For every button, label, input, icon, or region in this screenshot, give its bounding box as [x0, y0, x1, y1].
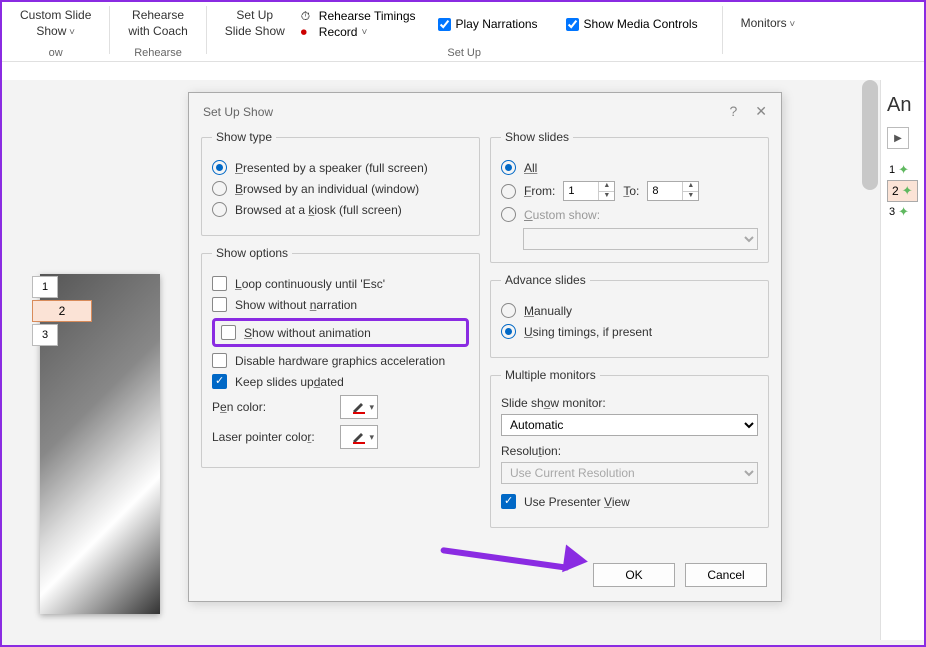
pane-title: An — [887, 94, 918, 117]
advance-slides-group: Advance slides Manually Using timings, i… — [490, 273, 769, 358]
ribbon: Custom Slide Show ow Rehearse with Coach… — [2, 2, 924, 62]
manually-radio[interactable] — [501, 303, 516, 318]
to-spinner[interactable]: ▲▼ — [647, 181, 699, 201]
show-type-group: Show type Presented by a speaker (full s… — [201, 130, 480, 236]
show-slides-group: Show slides All From: ▲▼ To: ▲▼ Custom s… — [490, 130, 769, 263]
ribbon-group-label: Rehearse — [134, 46, 182, 61]
monitor-select[interactable]: Automatic — [501, 414, 758, 436]
record-button[interactable]: ⏺Record — [301, 25, 416, 39]
browsed-kiosk-radio[interactable] — [212, 202, 227, 217]
cancel-button[interactable]: Cancel — [685, 563, 767, 587]
slide-thumb[interactable]: 1 — [32, 276, 58, 298]
resolution-label: Resolution: — [501, 444, 758, 458]
keep-updated-checkbox[interactable] — [212, 374, 227, 389]
rehearse-timings-button[interactable]: ⏱Rehearse Timings — [301, 9, 416, 23]
monitors-button[interactable]: Monitors — [735, 16, 802, 32]
show-media-controls-checkbox[interactable]: Show Media Controls — [554, 17, 710, 31]
pen-color-label: Pen color: — [212, 400, 332, 414]
play-icon[interactable]: ▶ — [887, 127, 909, 149]
anim-item[interactable]: 2✦ — [887, 180, 918, 202]
ribbon-group-label: ow — [49, 46, 63, 61]
pen-color-button[interactable] — [340, 395, 378, 419]
show-options-group: Show options Loop continuously until 'Es… — [201, 246, 480, 468]
custom-show-select — [523, 228, 758, 250]
laser-icon — [351, 429, 367, 445]
set-up-slide-show-button[interactable]: Set Up Slide Show — [219, 8, 291, 39]
rehearse-with-coach-button[interactable]: Rehearse with Coach — [122, 8, 193, 39]
custom-show-radio — [501, 207, 516, 222]
close-icon[interactable]: ✕ — [755, 103, 767, 120]
use-timings-radio[interactable] — [501, 324, 516, 339]
pen-icon — [351, 399, 367, 415]
animation-pane: An ▶ 1✦ 2✦ 3✦ — [880, 80, 924, 640]
scrollbar[interactable] — [862, 80, 878, 190]
all-slides-radio[interactable] — [501, 160, 516, 175]
loop-checkbox[interactable] — [212, 276, 227, 291]
monitors-group: Multiple monitors Slide show monitor: Au… — [490, 368, 769, 528]
no-narration-checkbox[interactable] — [212, 297, 227, 312]
record-icon: ⏺ — [301, 25, 315, 39]
ok-button[interactable]: OK — [593, 563, 675, 587]
from-spinner[interactable]: ▲▼ — [563, 181, 615, 201]
browsed-individual-radio[interactable] — [212, 181, 227, 196]
presented-speaker-radio[interactable] — [212, 160, 227, 175]
anim-item[interactable]: 3✦ — [887, 203, 918, 221]
timings-icon: ⏱ — [301, 9, 315, 23]
star-icon: ✦ — [898, 204, 909, 220]
ribbon-group-label: Set Up — [447, 46, 481, 61]
from-radio[interactable] — [501, 184, 516, 199]
disable-hw-checkbox[interactable] — [212, 353, 227, 368]
slide-thumb[interactable]: 3 — [32, 324, 58, 346]
presenter-view-checkbox[interactable] — [501, 494, 516, 509]
slide-thumb[interactable]: 2 — [32, 300, 92, 322]
play-narrations-checkbox[interactable]: Play Narrations — [426, 17, 550, 31]
dialog-title: Set Up Show — [203, 105, 273, 119]
star-icon: ✦ — [902, 183, 913, 199]
highlight-annotation: Show without animation — [212, 318, 469, 347]
no-animation-checkbox[interactable] — [221, 325, 236, 340]
monitor-label: Slide show monitor: — [501, 396, 758, 410]
laser-color-label: Laser pointer color: — [212, 430, 332, 444]
star-icon: ✦ — [898, 162, 909, 178]
opt-label: resented by a speaker (full screen) — [243, 161, 428, 175]
laser-color-button[interactable] — [340, 425, 378, 449]
custom-slide-show-button[interactable]: Custom Slide Show — [14, 8, 97, 39]
anim-item[interactable]: 1✦ — [887, 161, 918, 179]
setup-show-dialog: Set Up Show ? ✕ Show type Presented by a… — [188, 92, 782, 602]
resolution-select: Use Current Resolution — [501, 462, 758, 484]
help-icon[interactable]: ? — [729, 103, 737, 120]
